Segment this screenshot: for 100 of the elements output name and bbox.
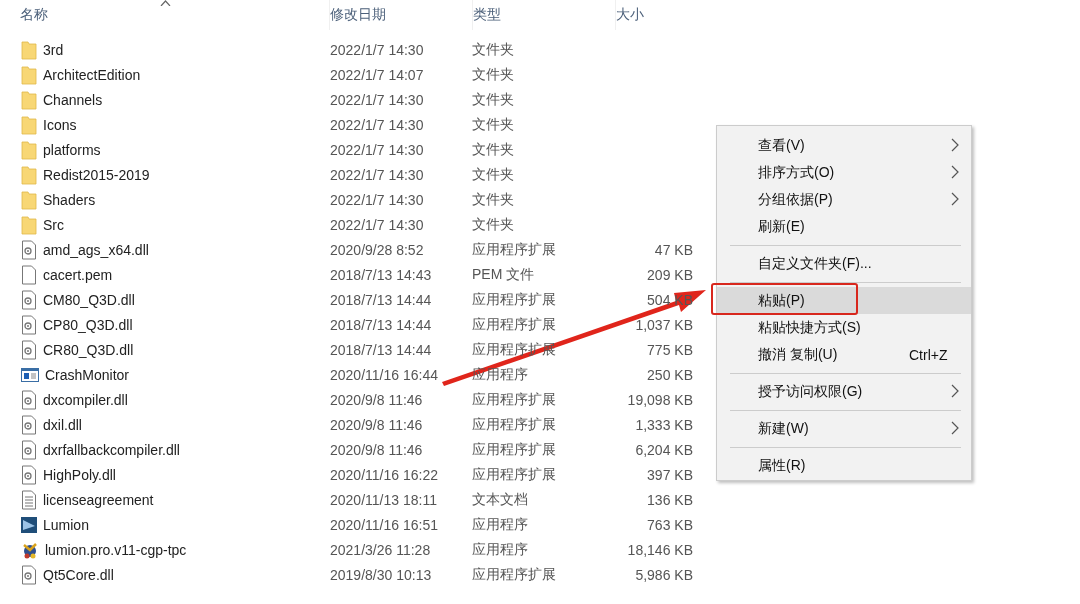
modified-date: 2022/1/7 14:30 <box>330 141 425 158</box>
file-type: 应用程序扩展 <box>472 240 557 259</box>
modified-date: 2022/1/7 14:30 <box>330 216 425 233</box>
file-name[interactable]: platforms <box>43 141 101 158</box>
folder-icon <box>21 114 37 135</box>
file-name[interactable]: 3rd <box>43 41 64 58</box>
file-size: 18,146 KB <box>627 541 693 558</box>
column-header[interactable]: 名称 <box>20 6 48 24</box>
menu-item[interactable]: 新建(W) <box>717 415 971 442</box>
menu-item[interactable]: 分组依据(P) <box>717 186 971 213</box>
file-type: 文件夹 <box>472 165 515 184</box>
modified-date: 2022/1/7 14:30 <box>330 116 425 133</box>
file-name[interactable]: Qt5Core.dll <box>43 566 114 583</box>
folder-icon <box>21 39 37 60</box>
modified-date: 2020/9/8 11:46 <box>330 391 424 408</box>
folder-icon <box>21 214 37 235</box>
menu-item[interactable]: 授予访问权限(G) <box>717 378 971 405</box>
modified-date: 2022/1/7 14:30 <box>330 191 425 208</box>
file-type: 应用程序扩展 <box>472 290 557 309</box>
app-icon <box>21 516 37 533</box>
sort-caret-icon <box>159 0 171 6</box>
folder-icon <box>21 164 37 185</box>
file-name[interactable]: licenseagreement <box>43 491 154 508</box>
file-size: 1,333 KB <box>635 416 693 433</box>
file-size: 6,204 KB <box>635 441 693 458</box>
file-type: 文件夹 <box>472 115 515 134</box>
file-name[interactable]: Redist2015-2019 <box>43 166 150 183</box>
folder-icon <box>21 189 37 210</box>
folder-icon <box>21 89 37 110</box>
file-name[interactable]: CP80_Q3D.dll <box>43 316 133 333</box>
gear-file-icon <box>21 389 37 410</box>
gear-file-icon <box>21 564 37 585</box>
menu-item[interactable]: 自定义文件夹(F)... <box>717 250 971 277</box>
column-header[interactable]: 类型 <box>473 6 501 24</box>
modified-date: 2018/7/13 14:44 <box>330 341 433 358</box>
chevron-right-icon <box>951 192 959 206</box>
file-type: PEM 文件 <box>472 265 536 284</box>
folder-icon <box>21 64 37 85</box>
file-name[interactable]: dxcompiler.dll <box>43 391 128 408</box>
file-type: 文件夹 <box>472 215 515 234</box>
gear-file-icon <box>21 314 37 335</box>
file-type: 文件夹 <box>472 90 515 109</box>
modified-date: 2022/1/7 14:07 <box>330 66 425 83</box>
file-type: 文件夹 <box>472 140 515 159</box>
modified-date: 2020/9/8 11:46 <box>330 441 424 458</box>
modified-date: 2022/1/7 14:30 <box>330 91 425 108</box>
modified-date: 2022/1/7 14:30 <box>330 41 425 58</box>
column-header[interactable]: 大小 <box>616 6 644 24</box>
chevron-right-icon <box>951 384 959 398</box>
modified-date: 2020/11/13 18:11 <box>330 491 438 508</box>
file-type: 文件夹 <box>472 190 515 209</box>
modified-date: 2018/7/13 14:44 <box>330 291 433 308</box>
gear-file-icon <box>21 239 37 260</box>
gear-file-icon <box>21 414 37 435</box>
file-type: 文件夹 <box>472 40 515 59</box>
file-type: 应用程序扩展 <box>472 315 557 334</box>
file-name[interactable]: CM80_Q3D.dll <box>43 291 135 308</box>
file-type: 应用程序 <box>472 540 529 559</box>
file-name[interactable]: Channels <box>43 91 103 108</box>
file-name[interactable]: Lumion <box>43 516 89 533</box>
menu-item[interactable]: 排序方式(O) <box>717 159 971 186</box>
file-icon <box>21 264 37 285</box>
file-type: 应用程序 <box>472 515 529 534</box>
menu-item[interactable]: 撤消 复制(U) Ctrl+Z <box>717 341 971 368</box>
menu-item[interactable]: 粘贴快捷方式(S) <box>717 314 971 341</box>
menu-item[interactable]: 粘贴(P) <box>717 287 971 314</box>
modified-date: 2020/9/28 8:52 <box>330 241 425 258</box>
file-name[interactable]: ArchitectEdition <box>43 66 141 83</box>
menu-item[interactable]: 查看(V) <box>717 132 971 159</box>
program-icon <box>21 540 39 559</box>
modified-date: 2020/11/16 16:44 <box>330 366 439 383</box>
file-name[interactable]: HighPoly.dll <box>43 466 116 483</box>
chevron-right-icon <box>951 421 959 435</box>
file-name[interactable]: cacert.pem <box>43 266 113 283</box>
file-type: 应用程序扩展 <box>472 390 557 409</box>
file-name[interactable]: Src <box>43 216 64 233</box>
file-name[interactable]: Icons <box>43 116 77 133</box>
file-size: 19,098 KB <box>627 391 693 408</box>
file-name[interactable]: dxrfallbackcompiler.dll <box>43 441 180 458</box>
file-size: 763 KB <box>647 516 693 533</box>
menu-item[interactable]: 属性(R) <box>717 452 971 479</box>
file-type: 应用程序扩展 <box>472 465 557 484</box>
modified-date: 2020/9/8 11:46 <box>330 416 424 433</box>
file-name[interactable]: lumion.pro.v11-cgp-tpc <box>45 541 187 558</box>
file-name[interactable]: amd_ags_x64.dll <box>43 241 149 258</box>
column-header[interactable]: 修改日期 <box>330 6 386 24</box>
file-size: 5,986 KB <box>635 566 693 583</box>
file-type: 文件夹 <box>472 65 515 84</box>
app-window-icon <box>21 367 39 382</box>
file-type: 文本文档 <box>472 490 529 509</box>
file-name[interactable]: CrashMonitor <box>45 366 130 383</box>
file-name[interactable]: dxil.dll <box>43 416 82 433</box>
text-file-icon <box>21 489 37 510</box>
file-size: 209 KB <box>647 266 693 283</box>
file-size: 47 KB <box>654 241 693 258</box>
file-name[interactable]: CR80_Q3D.dll <box>43 341 134 358</box>
menu-item[interactable]: 刷新(E) <box>717 213 971 240</box>
file-size: 775 KB <box>647 341 693 358</box>
gear-file-icon <box>21 289 37 310</box>
file-name[interactable]: Shaders <box>43 191 96 208</box>
